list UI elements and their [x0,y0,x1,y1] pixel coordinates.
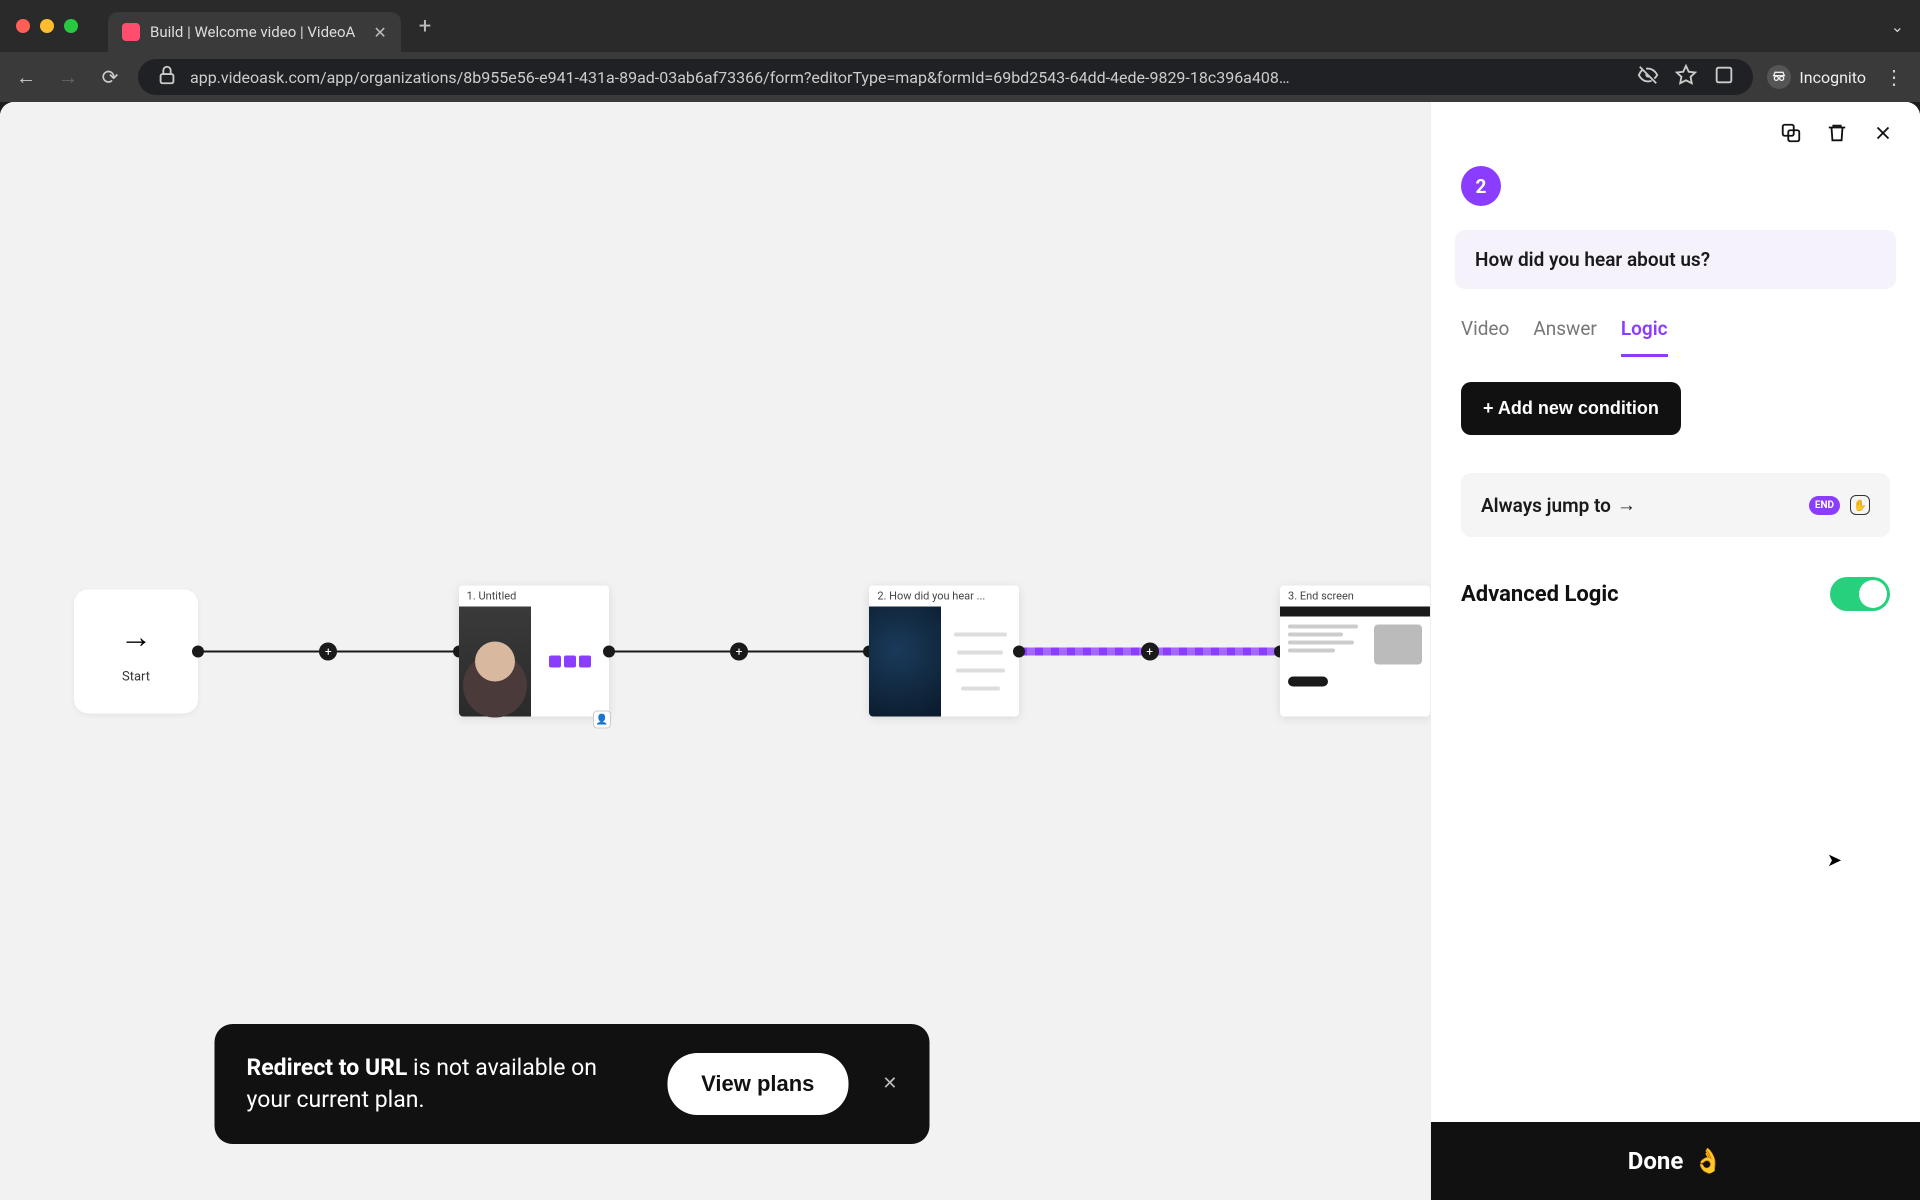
step-preview [941,607,1019,717]
advanced-logic-label: Advanced Logic [1461,582,1619,607]
flow-row: → Start + 1. Untitled 👤 [0,586,1430,717]
step-thumbnail [459,607,531,717]
browser-titlebar: Build | Welcome video | VideoA ✕ + ⌄ [0,0,1920,52]
step-thumbnail [869,607,941,717]
always-jump-label: Always jump to [1481,494,1611,517]
panel-tabs: Video Answer Logic [1431,309,1920,358]
step-card-end[interactable]: 3. End screen [1280,586,1430,717]
tab-video[interactable]: Video [1461,309,1509,357]
tab-title: Build | Welcome video | VideoA [150,23,355,41]
done-button[interactable]: Done 👌 [1431,1122,1920,1200]
back-button[interactable]: ← [12,65,40,90]
step-title: 2. How did you hear ... [869,586,1019,607]
tab-answer[interactable]: Answer [1533,309,1597,357]
advanced-logic-row: Advanced Logic [1461,577,1890,611]
eye-off-icon[interactable] [1637,64,1659,91]
start-node[interactable]: → Start [74,589,198,713]
tab-logic[interactable]: Logic [1621,309,1668,357]
connector-dot [603,645,615,657]
address-bar[interactable]: app.videoask.com/app/organizations/8b955… [138,59,1753,95]
add-condition-button[interactable]: + Add new condition [1461,382,1681,435]
incognito-label: Incognito [1799,68,1866,87]
incognito-icon [1767,65,1791,89]
browser-tab[interactable]: Build | Welcome video | VideoA ✕ [108,12,401,52]
url-text: app.videoask.com/app/organizations/8b955… [190,68,1625,87]
close-toast-icon[interactable]: ✕ [882,1073,897,1094]
new-tab-button[interactable]: + [419,14,431,39]
connector-1-2[interactable]: + [609,650,870,652]
end-target-pill[interactable]: END [1809,496,1840,515]
minimize-window[interactable] [40,19,54,33]
advanced-logic-toggle[interactable] [1830,577,1890,611]
logic-panel-body: + Add new condition Always jump to → END… [1431,358,1920,1122]
flow-canvas[interactable]: → Start + 1. Untitled 👤 [0,102,1430,1200]
toast-bold: Redirect to URL [247,1054,408,1081]
connector-2-end-active[interactable]: + [1019,647,1280,655]
step-title: 1. Untitled [459,586,609,607]
close-panel-icon[interactable] [1872,122,1894,150]
forward-button: → [54,65,82,90]
extensions-icon[interactable] [1713,64,1735,91]
question-title[interactable]: How did you hear about us? [1455,230,1896,289]
contact-form-icon[interactable]: 👤 [593,711,611,729]
window-controls [16,19,78,33]
incognito-badge[interactable]: Incognito [1767,65,1866,89]
end-screen-image [1374,625,1422,665]
close-tab-icon[interactable]: ✕ [373,23,386,42]
tabstrip-chevron-icon[interactable]: ⌄ [1891,17,1904,36]
add-step-button[interactable]: + [1141,642,1159,660]
step-preview [531,607,609,717]
ok-hand-emoji-icon: 👌 [1693,1147,1723,1175]
step-editor-panel: 2 How did you hear about us? Video Answe… [1430,102,1920,1200]
end-screen-cta [1288,677,1328,687]
duplicate-icon[interactable] [1780,122,1802,150]
detach-icon[interactable]: ✋ [1850,495,1870,515]
view-plans-button[interactable]: View plans [667,1053,848,1115]
connector-dot [192,645,204,657]
connector-start-1[interactable]: + [198,650,459,652]
browser-menu-icon[interactable]: ⋮ [1880,65,1908,89]
tab-favicon [122,23,140,41]
step-card-1[interactable]: 1. Untitled 👤 [459,586,609,717]
done-label: Done [1628,1147,1684,1175]
arrow-right-icon: → [120,618,152,656]
step-card-2[interactable]: 2. How did you hear ... [869,586,1019,717]
browser-toolbar: ← → ⟳ app.videoask.com/app/organizations… [0,52,1920,102]
step-title: 3. End screen [1280,586,1430,607]
arrow-right-icon: → [1617,493,1636,517]
connector-dot [1013,645,1025,657]
step-number-badge: 2 [1461,166,1501,206]
end-screen-bar [1280,607,1430,617]
add-step-button[interactable]: + [319,642,337,660]
toast-message: Redirect to URL is not available on your… [247,1052,638,1116]
star-icon[interactable] [1675,64,1697,91]
always-jump-row[interactable]: Always jump to → END ✋ [1461,473,1890,537]
app-viewport: → Start + 1. Untitled 👤 [0,102,1920,1200]
start-label: Start [122,670,150,685]
lock-icon [156,64,178,90]
add-step-button[interactable]: + [730,642,748,660]
maximize-window[interactable] [64,19,78,33]
reload-button[interactable]: ⟳ [96,65,124,89]
close-window[interactable] [16,19,30,33]
delete-icon[interactable] [1826,122,1848,150]
upgrade-toast: Redirect to URL is not available on your… [215,1024,930,1144]
